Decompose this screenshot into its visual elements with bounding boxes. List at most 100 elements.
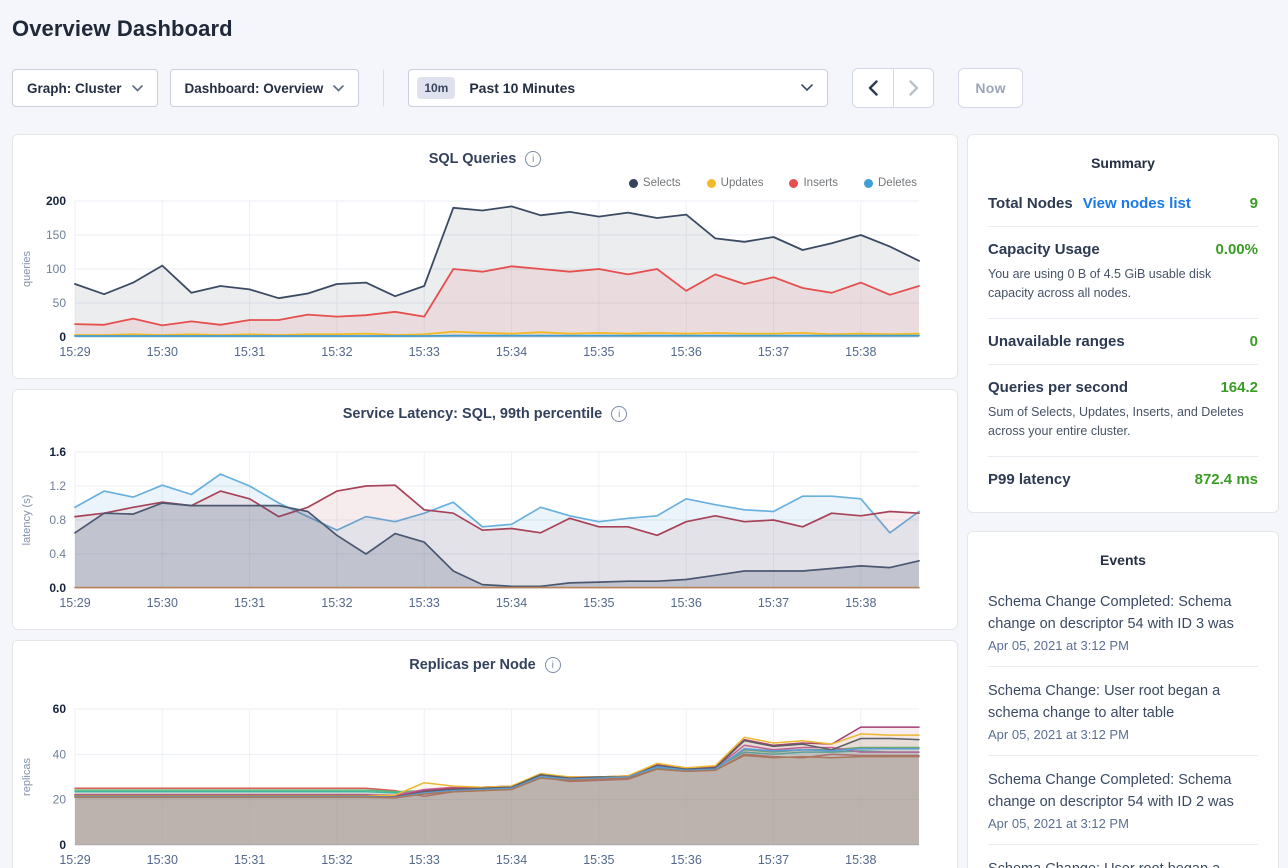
legend-item-selects[interactable]: Selects [629,175,681,191]
chevron-down-icon [333,85,344,92]
p99-latency-label: P99 latency [988,471,1071,488]
replicas-per-node-chart[interactable]: 15:2915:3015:3115:3215:3315:3415:3515:36… [13,699,959,868]
event-message[interactable]: Schema Change Completed: Schema change o… [988,591,1258,635]
capacity-usage-description: You are using 0 B of 4.5 GiB usable disk… [988,265,1258,304]
time-back-button[interactable] [853,69,893,107]
svg-text:15:33: 15:33 [409,596,440,610]
dashboard-body: SQL Queries Selects Updates Inserts Deletes… [12,134,1282,868]
svg-text:15:37: 15:37 [758,345,789,359]
svg-text:15:30: 15:30 [147,345,178,359]
svg-text:15:30: 15:30 [147,853,178,867]
svg-text:200: 200 [46,194,66,208]
svg-text:15:38: 15:38 [845,345,876,359]
svg-text:15:36: 15:36 [671,596,702,610]
dashboard-label: Dashboard: Overview [185,81,324,96]
svg-text:15:32: 15:32 [321,345,352,359]
legend-item-inserts[interactable]: Inserts [789,175,838,191]
svg-text:15:38: 15:38 [845,596,876,610]
svg-text:150: 150 [46,228,66,242]
info-icon[interactable] [525,151,541,167]
summary-panel: Summary Total Nodes View nodes list 9 Ca… [967,134,1279,513]
event-message[interactable]: Schema Change: User root began a schema … [988,858,1258,868]
svg-text:15:33: 15:33 [409,345,440,359]
info-icon[interactable] [545,657,561,673]
svg-text:15:31: 15:31 [234,596,265,610]
chevron-left-icon [868,80,878,96]
qps-description: Sum of Selects, Updates, Inserts, and De… [988,403,1258,442]
legend-item-updates[interactable]: Updates [707,175,764,191]
event-message[interactable]: Schema Change: User root began a schema … [988,680,1258,724]
svg-text:0: 0 [59,330,66,344]
event-message[interactable]: Schema Change Completed: Schema change o… [988,769,1258,813]
svg-text:15:29: 15:29 [59,345,90,359]
time-range-dropdown[interactable]: 10m Past 10 Minutes [408,69,828,107]
svg-text:100: 100 [46,262,66,276]
svg-text:15:31: 15:31 [234,853,265,867]
chart-title: Service Latency: SQL, 99th percentile [343,406,603,422]
dashboard-controls: Graph: Cluster Dashboard: Overview 10m P… [12,68,1282,108]
graph-scope-dropdown[interactable]: Graph: Cluster [12,69,158,107]
now-button[interactable]: Now [958,68,1022,108]
svg-text:15:34: 15:34 [496,345,527,359]
svg-text:replicas: replicas [21,758,33,796]
legend-label: Inserts [803,177,838,189]
legend-item-deletes[interactable]: Deletes [864,175,917,191]
charts-column: SQL Queries Selects Updates Inserts Deletes… [12,134,958,868]
svg-text:20: 20 [53,793,67,807]
controls-divider [383,69,384,107]
sql-queries-panel: SQL Queries Selects Updates Inserts Deletes… [12,134,958,379]
chevron-down-icon [801,84,813,92]
page-title: Overview Dashboard [12,16,1282,42]
svg-text:queries: queries [21,250,33,287]
svg-text:15:32: 15:32 [321,853,352,867]
legend-label: Deletes [878,177,917,189]
chart-title: SQL Queries [429,151,517,167]
svg-text:15:35: 15:35 [583,345,614,359]
time-forward-button[interactable] [893,69,933,107]
capacity-usage-label: Capacity Usage [988,241,1100,258]
view-nodes-list-link[interactable]: View nodes list [1083,195,1191,212]
time-range-label: Past 10 Minutes [469,80,801,96]
total-nodes-label: Total Nodes [988,195,1073,212]
graph-scope-label: Graph: Cluster [27,81,122,96]
info-icon[interactable] [611,406,627,422]
svg-text:0.4: 0.4 [49,547,66,561]
svg-text:15:36: 15:36 [671,345,702,359]
summary-row-qps: Queries per second 164.2 Sum of Selects,… [988,364,1258,456]
event-timestamp: Apr 05, 2021 at 3:12 PM [988,638,1258,653]
svg-text:0.0: 0.0 [49,581,66,595]
dashboard-dropdown[interactable]: Dashboard: Overview [170,69,360,107]
svg-text:0: 0 [59,838,66,852]
summary-row-capacity: Capacity Usage 0.00% You are using 0 B o… [988,226,1258,318]
svg-text:15:29: 15:29 [59,596,90,610]
qps-label: Queries per second [988,379,1128,396]
overview-dashboard-page: Overview Dashboard Graph: Cluster Dashbo… [0,0,1288,868]
svg-text:40: 40 [53,747,67,761]
svg-text:latency (s): latency (s) [21,495,33,546]
unavailable-ranges-value: 0 [1250,333,1258,350]
qps-value: 164.2 [1220,379,1258,396]
events-panel: Events Schema Change Completed: Schema c… [967,531,1279,868]
legend-dot [864,179,873,188]
event-timestamp: Apr 05, 2021 at 3:12 PM [988,816,1258,831]
chart-title: Replicas per Node [409,657,536,673]
legend-dot [629,179,638,188]
sql-queries-chart[interactable]: 15:2915:3015:3115:3215:3315:3415:3515:36… [13,191,959,367]
service-latency-chart[interactable]: 15:2915:3015:3115:3215:3315:3415:3515:36… [13,442,959,618]
svg-text:0.8: 0.8 [49,513,66,527]
p99-latency-value: 872.4 ms [1195,471,1258,488]
chart-legend: Selects Updates Inserts Deletes [13,169,957,191]
event-item: Schema Change Completed: Schema change o… [988,755,1258,844]
svg-text:15:38: 15:38 [845,853,876,867]
events-title: Events [988,546,1258,578]
svg-text:15:35: 15:35 [583,853,614,867]
summary-row-unavailable-ranges: Unavailable ranges 0 [988,318,1258,364]
svg-text:15:34: 15:34 [496,853,527,867]
svg-text:15:35: 15:35 [583,596,614,610]
unavailable-ranges-label: Unavailable ranges [988,333,1125,350]
event-item: Schema Change Completed: Schema change o… [988,578,1258,666]
legend-label: Updates [721,177,764,189]
summary-row-total-nodes: Total Nodes View nodes list 9 [988,181,1258,226]
svg-text:15:36: 15:36 [671,853,702,867]
replicas-per-node-panel: Replicas per Node 15:2915:3015:3115:3215… [12,640,958,868]
